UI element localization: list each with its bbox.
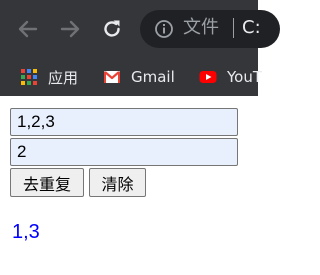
address-scheme-label: 文件 — [183, 17, 219, 38]
arrow-right-icon — [60, 20, 80, 38]
address-url-text: C: — [242, 17, 261, 38]
youtube-icon — [199, 71, 217, 83]
array-input[interactable] — [10, 108, 238, 136]
browser-chrome: 文件 C: 应用 Gmail YouT — [0, 0, 280, 96]
info-icon[interactable] — [154, 19, 174, 39]
bookmark-youtube[interactable]: YouT — [199, 58, 262, 96]
reload-button[interactable] — [100, 17, 124, 41]
reload-icon — [104, 20, 120, 37]
bookmark-label: 应用 — [48, 68, 79, 87]
bookmark-gmail[interactable]: Gmail — [103, 58, 175, 96]
apps-grid-icon — [21, 69, 37, 85]
bookmarks-bar: 应用 Gmail YouT — [0, 58, 262, 96]
clear-button[interactable]: 清除 — [89, 168, 146, 197]
address-separator — [233, 18, 234, 38]
arrow-left-icon — [18, 20, 38, 38]
dedupe-button[interactable]: 去重复 — [10, 168, 84, 197]
result-text: 1,3 — [12, 221, 40, 243]
bookmark-label: YouT — [227, 68, 263, 86]
gmail-icon — [104, 71, 120, 83]
bookmark-label: Gmail — [131, 68, 175, 86]
page-content: 去重复 清除 1,3 — [0, 96, 258, 275]
forward-button[interactable] — [58, 17, 82, 41]
back-button[interactable] — [16, 17, 40, 41]
bookmark-apps[interactable]: 应用 — [20, 58, 78, 96]
browser-toolbar: 文件 C: — [0, 0, 280, 58]
remove-value-input[interactable] — [10, 138, 238, 166]
